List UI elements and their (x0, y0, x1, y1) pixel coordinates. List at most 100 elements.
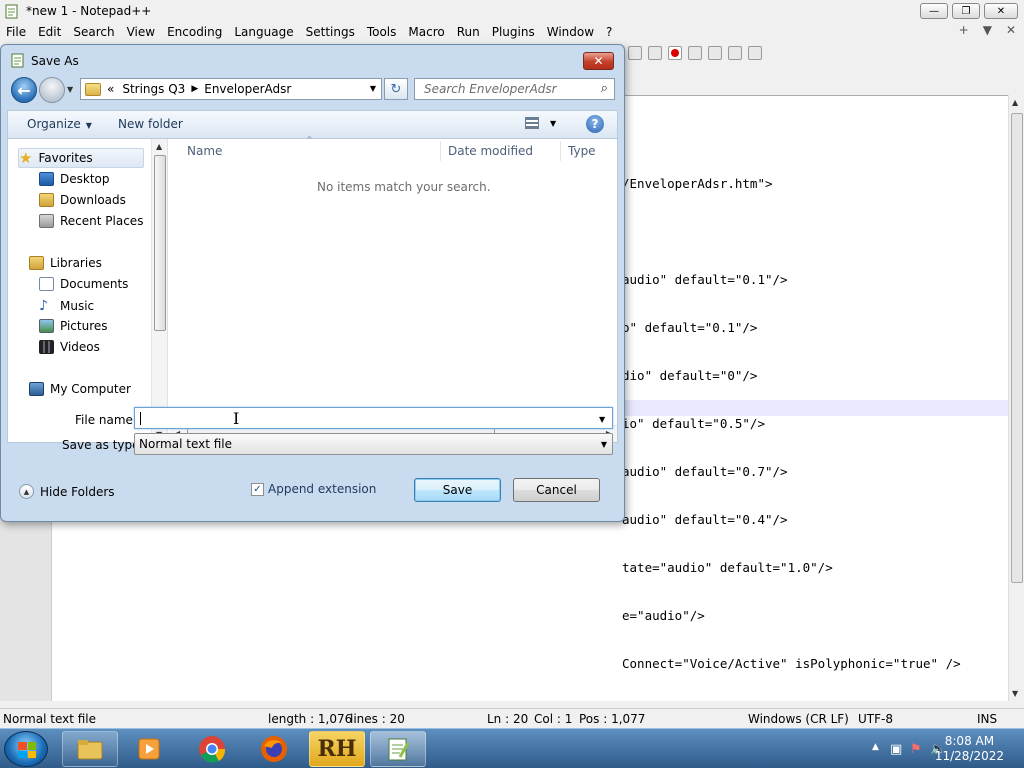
hide-folders-button[interactable]: ▲ Hide Folders (19, 484, 115, 499)
taskbar-media-player[interactable] (121, 731, 177, 767)
stop-macro-icon[interactable] (688, 46, 702, 60)
menu-encoding[interactable]: Encoding (161, 25, 228, 39)
scroll-up-icon[interactable]: ▲ (156, 142, 162, 151)
menu-plugins[interactable]: Plugins (486, 25, 541, 39)
cancel-button[interactable]: Cancel (513, 478, 600, 502)
nav-downloads[interactable]: Downloads (39, 193, 126, 207)
status-eol: Windows (CR LF) (748, 712, 849, 726)
menu-edit[interactable]: Edit (32, 25, 67, 39)
recent-locations-dropdown-icon[interactable]: ▼ (67, 85, 73, 94)
address-overflow[interactable]: « (107, 82, 114, 96)
start-button[interactable] (4, 731, 48, 767)
collapse-up-icon: ▲ (19, 484, 34, 499)
nav-videos[interactable]: Videos (39, 340, 100, 354)
breadcrumb-separator-icon[interactable]: ▶ (191, 84, 198, 94)
column-header-date-modified[interactable]: Date modified (448, 144, 533, 158)
menu-language[interactable]: Language (228, 25, 299, 39)
organize-button[interactable]: Organize ▼ (27, 117, 92, 131)
close-tab-button[interactable]: ✕ (1006, 23, 1016, 37)
nav-documents[interactable]: Documents (39, 277, 128, 291)
column-divider[interactable] (560, 141, 561, 161)
minimize-button[interactable]: — (920, 3, 948, 19)
save-button[interactable]: Save (414, 478, 501, 502)
folder-icon[interactable] (628, 46, 642, 60)
command-bar: Organize ▼ New folder ▼ ? (7, 110, 618, 138)
save-macro-icon[interactable] (748, 46, 762, 60)
save-as-type-select[interactable]: Normal text file ▼ (134, 433, 613, 455)
network-icon[interactable]: ▣ (890, 742, 902, 757)
search-input[interactable]: Search EnveloperAdsr ⌕ (414, 78, 615, 100)
pictures-icon (39, 319, 54, 333)
menu-search[interactable]: Search (67, 25, 120, 39)
file-list[interactable]: ^ Name Date modified Type No items match… (169, 135, 617, 442)
taskbar-explorer[interactable] (62, 731, 118, 767)
close-button[interactable]: ✕ (984, 3, 1018, 19)
computer-icon (29, 382, 44, 396)
new-folder-button[interactable]: New folder (118, 117, 183, 131)
nav-libraries[interactable]: Libraries (29, 256, 102, 270)
view-dropdown-icon[interactable]: ▼ (550, 119, 556, 128)
file-name-dropdown-icon[interactable]: ▼ (599, 415, 605, 424)
breadcrumb-enveloperadsr[interactable]: EnveloperAdsr (204, 82, 291, 96)
clock[interactable]: 8:08 AM 11/28/2022 (935, 734, 1004, 764)
checkbox-checked-icon[interactable]: ✓ (251, 482, 264, 496)
empty-message: No items match your search. (317, 180, 491, 194)
dialog-close-button[interactable]: ✕ (583, 52, 614, 70)
menu-view[interactable]: View (121, 25, 161, 39)
maximize-button[interactable]: ❐ (952, 3, 980, 19)
menu-help[interactable]: ? (600, 25, 618, 39)
menu-run[interactable]: Run (451, 25, 486, 39)
nav-my-computer[interactable]: My Computer (29, 382, 131, 396)
menu-window[interactable]: Window (541, 25, 600, 39)
column-divider[interactable] (440, 141, 441, 161)
record-macro-icon[interactable] (668, 46, 682, 60)
new-tab-button[interactable]: + (959, 23, 969, 37)
sync-icon[interactable] (648, 46, 662, 60)
nav-pictures[interactable]: Pictures (39, 319, 108, 333)
nav-pane-scrollbar[interactable]: ▲ ▼ (151, 139, 167, 442)
nav-desktop[interactable]: Desktop (39, 172, 110, 186)
menu-macro[interactable]: Macro (402, 25, 450, 39)
back-button[interactable]: ← (11, 77, 37, 103)
scrollbar-thumb[interactable] (1011, 113, 1023, 583)
taskbar-chrome[interactable] (184, 731, 240, 767)
taskbar-notepad-plus-plus[interactable] (370, 731, 426, 767)
column-header-type[interactable]: Type (568, 144, 596, 158)
play-macro-icon[interactable] (708, 46, 722, 60)
status-position: Pos : 1,077 (579, 712, 646, 726)
taskbar-rh-app[interactable]: RH (309, 731, 365, 767)
editor-vertical-scrollbar[interactable]: ▲ ▼ (1008, 95, 1024, 701)
menu-settings[interactable]: Settings (300, 25, 361, 39)
scroll-up-icon[interactable]: ▲ (1012, 98, 1018, 107)
windows-logo-icon (18, 742, 36, 758)
tab-list-button[interactable]: ▼ (983, 23, 992, 37)
scrollbar-thumb[interactable] (154, 155, 166, 331)
nav-favorites-label: Favorites (38, 151, 93, 165)
code-line: o" default="0.1"/> (622, 320, 758, 335)
scroll-down-icon[interactable]: ▼ (1012, 689, 1018, 698)
nav-music[interactable]: ♪ Music (39, 298, 94, 314)
run-multiple-icon[interactable] (728, 46, 742, 60)
npp-toolbar (620, 42, 1024, 64)
search-icon[interactable]: ⌕ (601, 81, 608, 96)
forward-button[interactable] (39, 77, 65, 103)
column-header-name[interactable]: Name (187, 144, 222, 158)
show-hidden-icons-icon[interactable]: ▲ (872, 742, 879, 752)
nav-favorites[interactable]: ★ Favorites (18, 148, 144, 168)
nav-recent-places[interactable]: Recent Places (39, 214, 143, 228)
menu-file[interactable]: File (0, 25, 32, 39)
dialog-title: Save As (31, 54, 79, 68)
view-options-icon[interactable] (525, 117, 539, 129)
action-center-icon[interactable]: ⚑ (910, 742, 922, 757)
breadcrumb-strings-q3[interactable]: Strings Q3 (122, 82, 185, 96)
menu-tools[interactable]: Tools (361, 25, 403, 39)
address-bar[interactable]: « Strings Q3 ▶ EnveloperAdsr ▼ (80, 78, 382, 100)
file-name-input[interactable] (134, 407, 613, 429)
help-icon[interactable]: ? (586, 115, 604, 133)
address-dropdown-icon[interactable]: ▼ (370, 84, 376, 93)
append-extension-checkbox[interactable]: ✓ Append extension (251, 482, 376, 496)
refresh-button[interactable]: ↻ (384, 78, 408, 100)
taskbar-firefox[interactable] (246, 731, 302, 767)
documents-icon (39, 277, 54, 291)
